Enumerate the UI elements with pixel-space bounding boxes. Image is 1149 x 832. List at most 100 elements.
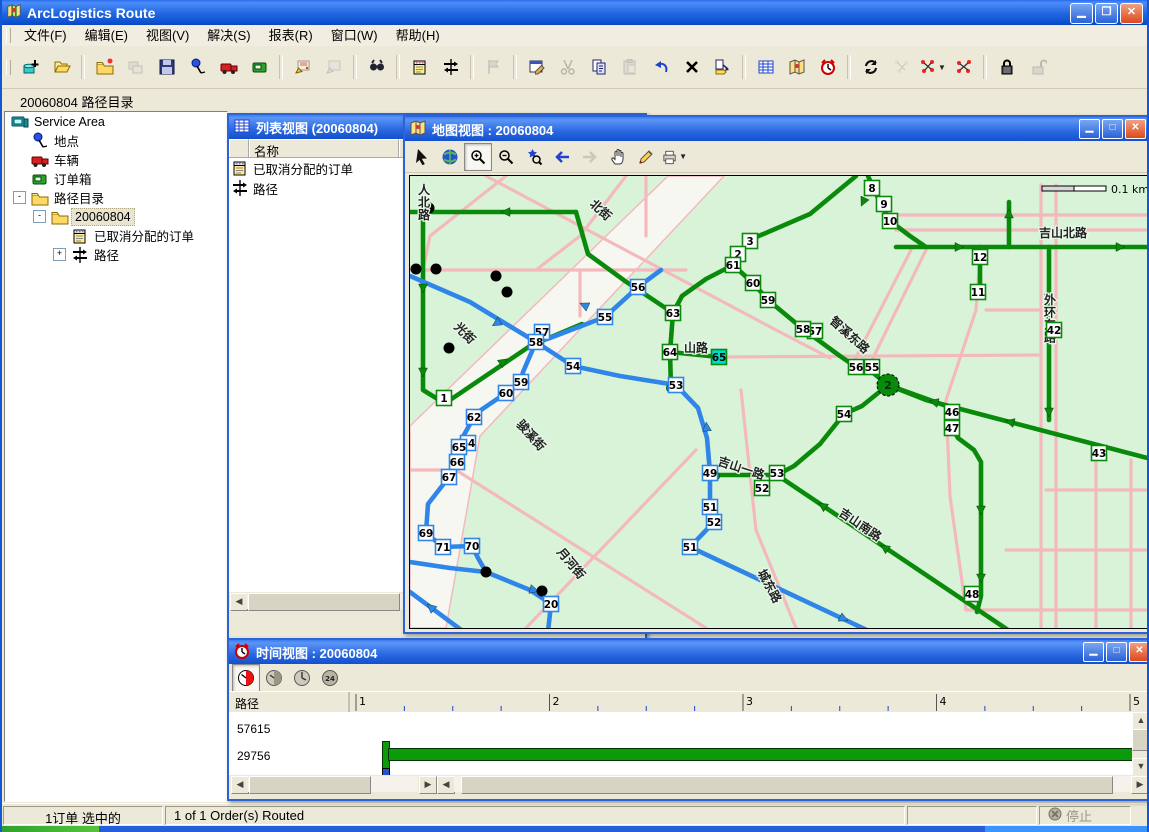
undo-icon[interactable]	[646, 53, 675, 82]
map-stop-marker-label: 51	[683, 542, 698, 554]
time-view-title-bar[interactable]: 时间视图 : 20060804 ▁ □ ✕	[229, 640, 1149, 664]
time-hscrollbars[interactable]: ◀ ▶ ◀ ▶	[229, 775, 1149, 793]
time-close-button[interactable]: ✕	[1129, 642, 1149, 662]
zoom-in-icon[interactable]	[464, 143, 492, 171]
new-order-box-icon[interactable]	[245, 53, 274, 82]
print-icon[interactable]: ▼	[660, 143, 688, 171]
list-header-spacer	[229, 139, 249, 157]
open-database-icon[interactable]	[47, 53, 76, 82]
minimize-button[interactable]: ▁	[1070, 3, 1093, 24]
map-view-title-bar[interactable]: 地图视图 : 20060804 ▁ □ ✕	[405, 117, 1149, 141]
time-rows-area[interactable]: 57615 29756	[229, 712, 1132, 775]
time-view-window: 时间视图 : 20060804 ▁ □ ✕ 24 路径 12345 57615 2…	[227, 638, 1149, 801]
service-area-icon	[11, 113, 29, 131]
globe-full-extent-icon[interactable]	[436, 143, 464, 171]
map-close-button[interactable]: ✕	[1125, 119, 1146, 139]
move-orders-icon[interactable]	[708, 53, 737, 82]
map-maximize-button[interactable]: □	[1102, 119, 1123, 139]
map-minimize-button[interactable]: ▁	[1079, 119, 1100, 139]
time-maximize-button[interactable]: □	[1106, 642, 1127, 662]
tree-item-订单箱[interactable]: 订单箱	[5, 169, 227, 188]
time-minimize-button[interactable]: ▁	[1083, 642, 1104, 662]
close-button[interactable]: ✕	[1120, 3, 1143, 24]
solve-icon[interactable]	[856, 53, 885, 82]
unassign-orders-icon[interactable]	[949, 53, 978, 82]
map-canvas[interactable]: 人北路北街光街吉山北路智溪东路外环东路山路骏溪街月河街城东路吉山一路吉山南路57…	[409, 175, 1149, 629]
delete-icon[interactable]	[677, 53, 706, 82]
unassigned-order-dot[interactable]	[411, 264, 422, 275]
depot-marker-label: 2	[884, 379, 892, 392]
new-order-icon[interactable]	[405, 53, 434, 82]
map-view-icon[interactable]	[782, 53, 811, 82]
dropdown-arrow-icon[interactable]: ▼	[679, 152, 687, 161]
draw-pencil-icon[interactable]	[632, 143, 660, 171]
list-header-name[interactable]: 名称	[249, 139, 399, 157]
new-vehicle-icon[interactable]	[214, 53, 243, 82]
dropdown-arrow-icon[interactable]: ▼	[938, 63, 946, 72]
menu-item-1[interactable]: 文件(F)	[15, 26, 76, 46]
list-view-icon[interactable]	[751, 53, 780, 82]
map-stop-marker-label: 56	[631, 282, 646, 294]
tree-item-Service Area[interactable]: Service Area	[5, 112, 227, 131]
tree-item-已取消分配的订单[interactable]: 已取消分配的订单	[5, 226, 227, 245]
time-row-label-29756[interactable]: 29756	[237, 749, 270, 763]
map-stop-marker-label: 52	[755, 483, 770, 495]
windows-taskbar-sliver[interactable]	[2, 826, 1147, 832]
properties-icon[interactable]	[522, 53, 551, 82]
expand-toggle[interactable]: +	[53, 248, 66, 261]
zoom-out-icon[interactable]	[492, 143, 520, 171]
menu-item-3[interactable]: 视图(V)	[137, 26, 198, 46]
taskbar-button-sliver[interactable]	[985, 826, 1149, 832]
pan-hand-icon[interactable]	[604, 143, 632, 171]
restore-button[interactable]: ❐	[1095, 3, 1118, 24]
tree-item-路径目录[interactable]: -路径目录	[5, 188, 227, 207]
tree-item-车辆[interactable]: 车辆	[5, 150, 227, 169]
import-orders-icon[interactable]	[288, 53, 317, 82]
unassigned-order-dot[interactable]	[502, 287, 513, 298]
clock-hour-icon[interactable]	[288, 664, 316, 692]
clock-half-icon[interactable]	[260, 664, 288, 692]
unassigned-order-dot[interactable]	[481, 567, 492, 578]
route-time-bar[interactable]	[388, 748, 1132, 761]
select-cursor-icon[interactable]	[408, 143, 436, 171]
menu-item-5[interactable]: 报表(R)	[260, 26, 322, 46]
stop-button[interactable]: 停止	[1039, 806, 1131, 825]
unassigned-order-dot[interactable]	[444, 343, 455, 354]
time-row-label-57615[interactable]: 57615	[237, 722, 270, 736]
title-bar[interactable]: ArcLogistics Route ▁ ❐ ✕	[2, 0, 1147, 25]
unassigned-order-dot[interactable]	[537, 586, 548, 597]
clock-24-icon[interactable]: 24	[316, 664, 344, 692]
collapse-toggle[interactable]: -	[33, 210, 46, 223]
unassigned-order-dot[interactable]	[491, 271, 502, 282]
time-view-icon[interactable]	[813, 53, 842, 82]
tree-item-路径[interactable]: +路径	[5, 245, 227, 264]
tree-item-地点[interactable]: 地点	[5, 131, 227, 150]
new-folder-icon[interactable]	[90, 53, 119, 82]
lock-icon[interactable]	[992, 53, 1021, 82]
menu-item-4[interactable]: 解决(S)	[198, 26, 259, 46]
map-stop-marker-label: 54	[566, 361, 581, 373]
start-button-sliver[interactable]	[2, 826, 99, 832]
new-database-icon[interactable]	[16, 53, 45, 82]
save-icon[interactable]	[152, 53, 181, 82]
map-stop-marker-label: 10	[883, 216, 898, 228]
list-item-label: 路径	[253, 179, 278, 198]
collapse-toggle[interactable]: -	[13, 191, 26, 204]
time-vscrollbar[interactable]: ▲ ▼	[1132, 712, 1149, 775]
new-location-icon[interactable]	[183, 53, 212, 82]
menu-item-2[interactable]: 编辑(E)	[76, 26, 137, 46]
clock-quarter-icon[interactable]	[232, 664, 260, 692]
menu-item-6[interactable]: 窗口(W)	[322, 26, 387, 46]
assign-orders-icon[interactable]: ▼	[918, 53, 947, 82]
find-icon[interactable]	[362, 53, 391, 82]
back-extent-icon[interactable]	[548, 143, 576, 171]
new-route-icon[interactable]	[436, 53, 465, 82]
menu-item-7[interactable]: 帮助(H)	[387, 26, 449, 46]
time-ruler: 路径 12345	[229, 691, 1149, 714]
cut-icon	[553, 53, 582, 82]
unassigned-order-dot[interactable]	[431, 264, 442, 275]
zoom-to-selected-icon[interactable]	[520, 143, 548, 171]
copy-icon[interactable]	[584, 53, 613, 82]
map-stop-marker-label: 53	[669, 380, 684, 392]
tree-item-20060804[interactable]: -20060804	[5, 207, 227, 226]
